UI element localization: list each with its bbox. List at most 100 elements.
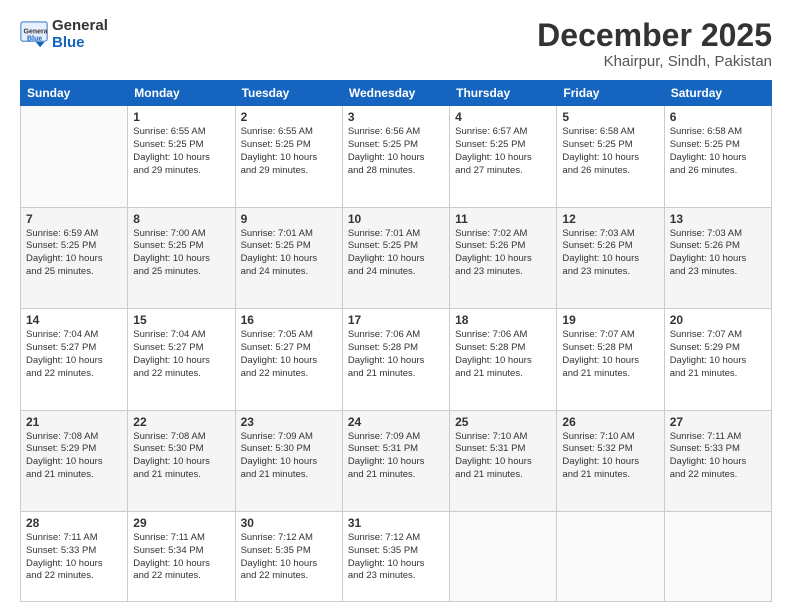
day-info: Sunrise: 7:08 AM Sunset: 5:30 PM Dayligh… — [133, 431, 229, 482]
calendar-cell: 14 Sunrise: 7:04 AM Sunset: 5:27 PM Dayli… — [21, 309, 128, 410]
day-number: 6 — [670, 110, 766, 124]
calendar-cell: 6 Sunrise: 6:58 AM Sunset: 5:25 PM Daylig… — [664, 106, 771, 207]
day-info: Sunrise: 6:56 AM Sunset: 5:25 PM Dayligh… — [348, 126, 444, 177]
calendar-cell: 4 Sunrise: 6:57 AM Sunset: 5:25 PM Daylig… — [450, 106, 557, 207]
calendar-cell: 8 Sunrise: 7:00 AM Sunset: 5:25 PM Daylig… — [128, 207, 235, 308]
calendar-cell: 19 Sunrise: 7:07 AM Sunset: 5:28 PM Dayli… — [557, 309, 664, 410]
day-info: Sunrise: 7:11 AM Sunset: 5:34 PM Dayligh… — [133, 532, 229, 583]
day-info: Sunrise: 7:12 AM Sunset: 5:35 PM Dayligh… — [348, 532, 444, 583]
logo-general: General — [52, 17, 108, 34]
calendar-cell: 5 Sunrise: 6:58 AM Sunset: 5:25 PM Daylig… — [557, 106, 664, 207]
page-header: General Blue General Blue December 2025 … — [20, 18, 772, 70]
calendar-cell: 21 Sunrise: 7:08 AM Sunset: 5:29 PM Dayli… — [21, 410, 128, 511]
calendar-cell: 20 Sunrise: 7:07 AM Sunset: 5:29 PM Dayli… — [664, 309, 771, 410]
calendar-week-3: 14 Sunrise: 7:04 AM Sunset: 5:27 PM Dayli… — [21, 309, 772, 410]
calendar-table: SundayMondayTuesdayWednesdayThursdayFrid… — [20, 80, 772, 602]
day-info: Sunrise: 6:58 AM Sunset: 5:25 PM Dayligh… — [670, 126, 766, 177]
calendar-cell: 22 Sunrise: 7:08 AM Sunset: 5:30 PM Dayli… — [128, 410, 235, 511]
day-number: 3 — [348, 110, 444, 124]
calendar-cell: 18Sunrise: 7:06 AM Sunset: 5:28 PM Dayli… — [450, 309, 557, 410]
calendar-cell: 28Sunrise: 7:11 AM Sunset: 5:33 PM Dayli… — [21, 512, 128, 602]
day-number: 24 — [348, 415, 444, 429]
day-number: 11 — [455, 212, 551, 226]
logo-text: General Blue — [52, 18, 108, 51]
day-number: 5 — [562, 110, 658, 124]
day-number: 20 — [670, 313, 766, 327]
calendar-cell: 13 Sunrise: 7:03 AM Sunset: 5:26 PM Dayli… — [664, 207, 771, 308]
day-number: 30 — [241, 516, 337, 530]
weekday-header-row: SundayMondayTuesdayWednesdayThursdayFrid… — [21, 81, 772, 106]
day-number: 22 — [133, 415, 229, 429]
day-info: Sunrise: 7:07 AM Sunset: 5:28 PM Dayligh… — [562, 329, 658, 380]
day-number: 19 — [562, 313, 658, 327]
day-info: Sunrise: 7:09 AM Sunset: 5:30 PM Dayligh… — [241, 431, 337, 482]
day-info: Sunrise: 7:04 AM Sunset: 5:27 PM Dayligh… — [26, 329, 122, 380]
day-number: 27 — [670, 415, 766, 429]
month-title: December 2025 — [537, 18, 772, 53]
weekday-header-monday: Monday — [128, 81, 235, 106]
day-info: Sunrise: 7:03 AM Sunset: 5:26 PM Dayligh… — [670, 228, 766, 279]
day-info: Sunrise: 7:07 AM Sunset: 5:29 PM Dayligh… — [670, 329, 766, 380]
day-info: Sunrise: 7:06 AM Sunset: 5:28 PM Dayligh… — [455, 329, 551, 380]
weekday-header-saturday: Saturday — [664, 81, 771, 106]
day-info: Sunrise: 7:08 AM Sunset: 5:29 PM Dayligh… — [26, 431, 122, 482]
day-info: Sunrise: 7:01 AM Sunset: 5:25 PM Dayligh… — [241, 228, 337, 279]
day-info: Sunrise: 7:12 AM Sunset: 5:35 PM Dayligh… — [241, 532, 337, 583]
day-number: 2 — [241, 110, 337, 124]
calendar-cell: 31Sunrise: 7:12 AM Sunset: 5:35 PM Dayli… — [342, 512, 449, 602]
calendar-week-2: 7 Sunrise: 6:59 AM Sunset: 5:25 PM Daylig… — [21, 207, 772, 308]
day-number: 4 — [455, 110, 551, 124]
day-number: 14 — [26, 313, 122, 327]
calendar-cell: 3 Sunrise: 6:56 AM Sunset: 5:25 PM Daylig… — [342, 106, 449, 207]
day-info: Sunrise: 7:03 AM Sunset: 5:26 PM Dayligh… — [562, 228, 658, 279]
calendar-cell: 11Sunrise: 7:02 AM Sunset: 5:26 PM Dayli… — [450, 207, 557, 308]
day-number: 9 — [241, 212, 337, 226]
calendar-cell: 30 Sunrise: 7:12 AM Sunset: 5:35 PM Dayli… — [235, 512, 342, 602]
calendar-cell: 25 Sunrise: 7:10 AM Sunset: 5:31 PM Dayli… — [450, 410, 557, 511]
day-number: 7 — [26, 212, 122, 226]
weekday-header-wednesday: Wednesday — [342, 81, 449, 106]
day-info: Sunrise: 6:57 AM Sunset: 5:25 PM Dayligh… — [455, 126, 551, 177]
day-info: Sunrise: 7:11 AM Sunset: 5:33 PM Dayligh… — [26, 532, 122, 583]
day-number: 16 — [241, 313, 337, 327]
logo-blue: Blue — [52, 34, 85, 51]
day-info: Sunrise: 7:04 AM Sunset: 5:27 PM Dayligh… — [133, 329, 229, 380]
day-info: Sunrise: 6:59 AM Sunset: 5:25 PM Dayligh… — [26, 228, 122, 279]
calendar-cell — [21, 106, 128, 207]
calendar-cell — [664, 512, 771, 602]
calendar-cell — [557, 512, 664, 602]
calendar-cell: 12 Sunrise: 7:03 AM Sunset: 5:26 PM Dayli… — [557, 207, 664, 308]
calendar-cell: 23 Sunrise: 7:09 AM Sunset: 5:30 PM Dayli… — [235, 410, 342, 511]
day-number: 8 — [133, 212, 229, 226]
day-info: Sunrise: 6:58 AM Sunset: 5:25 PM Dayligh… — [562, 126, 658, 177]
day-info: Sunrise: 7:06 AM Sunset: 5:28 PM Dayligh… — [348, 329, 444, 380]
day-number: 25 — [455, 415, 551, 429]
weekday-header-friday: Friday — [557, 81, 664, 106]
calendar-cell: 9 Sunrise: 7:01 AM Sunset: 5:25 PM Daylig… — [235, 207, 342, 308]
weekday-header-thursday: Thursday — [450, 81, 557, 106]
day-number: 12 — [562, 212, 658, 226]
day-number: 10 — [348, 212, 444, 226]
day-info: Sunrise: 7:00 AM Sunset: 5:25 PM Dayligh… — [133, 228, 229, 279]
day-number: 13 — [670, 212, 766, 226]
day-number: 17 — [348, 313, 444, 327]
calendar-cell: 1Sunrise: 6:55 AM Sunset: 5:25 PM Daylig… — [128, 106, 235, 207]
day-number: 21 — [26, 415, 122, 429]
calendar-page: General Blue General Blue December 2025 … — [0, 0, 792, 612]
calendar-cell: 16Sunrise: 7:05 AM Sunset: 5:27 PM Dayli… — [235, 309, 342, 410]
calendar-cell: 26Sunrise: 7:10 AM Sunset: 5:32 PM Dayli… — [557, 410, 664, 511]
calendar-week-5: 28Sunrise: 7:11 AM Sunset: 5:33 PM Dayli… — [21, 512, 772, 602]
calendar-cell: 17 Sunrise: 7:06 AM Sunset: 5:28 PM Dayli… — [342, 309, 449, 410]
day-number: 23 — [241, 415, 337, 429]
day-info: Sunrise: 6:55 AM Sunset: 5:25 PM Dayligh… — [241, 126, 337, 177]
weekday-header-sunday: Sunday — [21, 81, 128, 106]
day-info: Sunrise: 7:10 AM Sunset: 5:32 PM Dayligh… — [562, 431, 658, 482]
day-number: 15 — [133, 313, 229, 327]
calendar-cell: 15 Sunrise: 7:04 AM Sunset: 5:27 PM Dayli… — [128, 309, 235, 410]
day-info: Sunrise: 7:10 AM Sunset: 5:31 PM Dayligh… — [455, 431, 551, 482]
weekday-header-tuesday: Tuesday — [235, 81, 342, 106]
location: Khairpur, Sindh, Pakistan — [537, 53, 772, 70]
calendar-cell: 24Sunrise: 7:09 AM Sunset: 5:31 PM Dayli… — [342, 410, 449, 511]
calendar-week-1: 1Sunrise: 6:55 AM Sunset: 5:25 PM Daylig… — [21, 106, 772, 207]
calendar-cell: 10Sunrise: 7:01 AM Sunset: 5:25 PM Dayli… — [342, 207, 449, 308]
